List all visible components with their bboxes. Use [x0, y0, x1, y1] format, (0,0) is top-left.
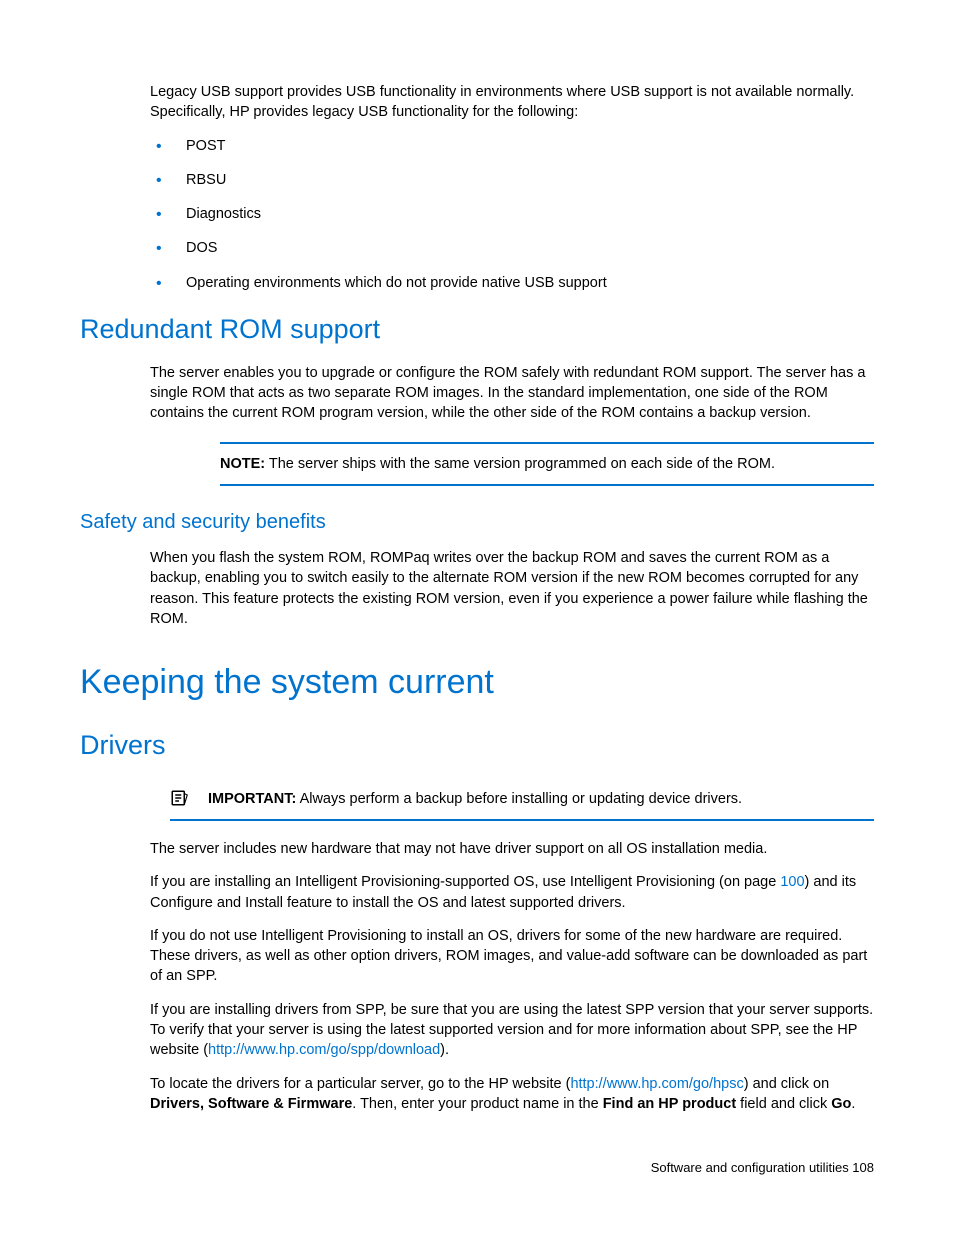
note-box: NOTE: The server ships with the same ver…: [220, 442, 874, 486]
heading-redundant-rom: Redundant ROM support: [80, 311, 874, 349]
bullet-list: POST RBSU Diagnostics DOS Operating envi…: [150, 136, 874, 293]
paragraph: When you flash the system ROM, ROMPaq wr…: [150, 548, 874, 629]
list-item: Diagnostics: [150, 204, 874, 224]
text: . Then, enter your product name in the: [352, 1096, 602, 1112]
url-link[interactable]: http://www.hp.com/go/spp/download: [208, 1042, 440, 1058]
heading-safety-security: Safety and security benefits: [80, 508, 874, 536]
important-text-wrap: IMPORTANT: Always perform a backup befor…: [208, 789, 742, 809]
heading-drivers: Drivers: [80, 727, 874, 765]
text: To locate the drivers for a particular s…: [150, 1076, 570, 1092]
note-label: NOTE:: [220, 456, 265, 472]
text: field and click: [736, 1096, 831, 1112]
url-link[interactable]: http://www.hp.com/go/hpsc: [570, 1076, 743, 1092]
paragraph: If you are installing an Intelligent Pro…: [150, 872, 874, 913]
intro-paragraph: Legacy USB support provides USB function…: [150, 82, 874, 123]
important-label: IMPORTANT:: [208, 791, 296, 807]
bold-text: Find an HP product: [603, 1096, 736, 1112]
text: ).: [440, 1042, 449, 1058]
list-item: Operating environments which do not prov…: [150, 273, 874, 293]
text: ) and click on: [744, 1076, 829, 1092]
paragraph: The server includes new hardware that ma…: [150, 839, 874, 859]
important-text: Always perform a backup before installin…: [296, 791, 742, 807]
important-icon: [170, 789, 188, 807]
paragraph: If you are installing drivers from SPP, …: [150, 1000, 874, 1061]
bold-text: Go: [831, 1096, 851, 1112]
bold-text: Drivers, Software & Firmware: [150, 1096, 352, 1112]
note-text: The server ships with the same version p…: [265, 456, 775, 472]
page-link[interactable]: 100: [780, 874, 804, 890]
text: .: [851, 1096, 855, 1112]
paragraph: The server enables you to upgrade or con…: [150, 363, 874, 424]
paragraph: To locate the drivers for a particular s…: [150, 1074, 874, 1115]
list-item: POST: [150, 136, 874, 156]
list-item: RBSU: [150, 170, 874, 190]
list-item: DOS: [150, 238, 874, 258]
text: If you are installing an Intelligent Pro…: [150, 874, 780, 890]
paragraph: If you do not use Intelligent Provisioni…: [150, 926, 874, 987]
heading-keeping-system-current: Keeping the system current: [80, 659, 874, 707]
important-box: IMPORTANT: Always perform a backup befor…: [170, 779, 874, 821]
page-footer: Software and configuration utilities 108: [651, 1159, 874, 1177]
